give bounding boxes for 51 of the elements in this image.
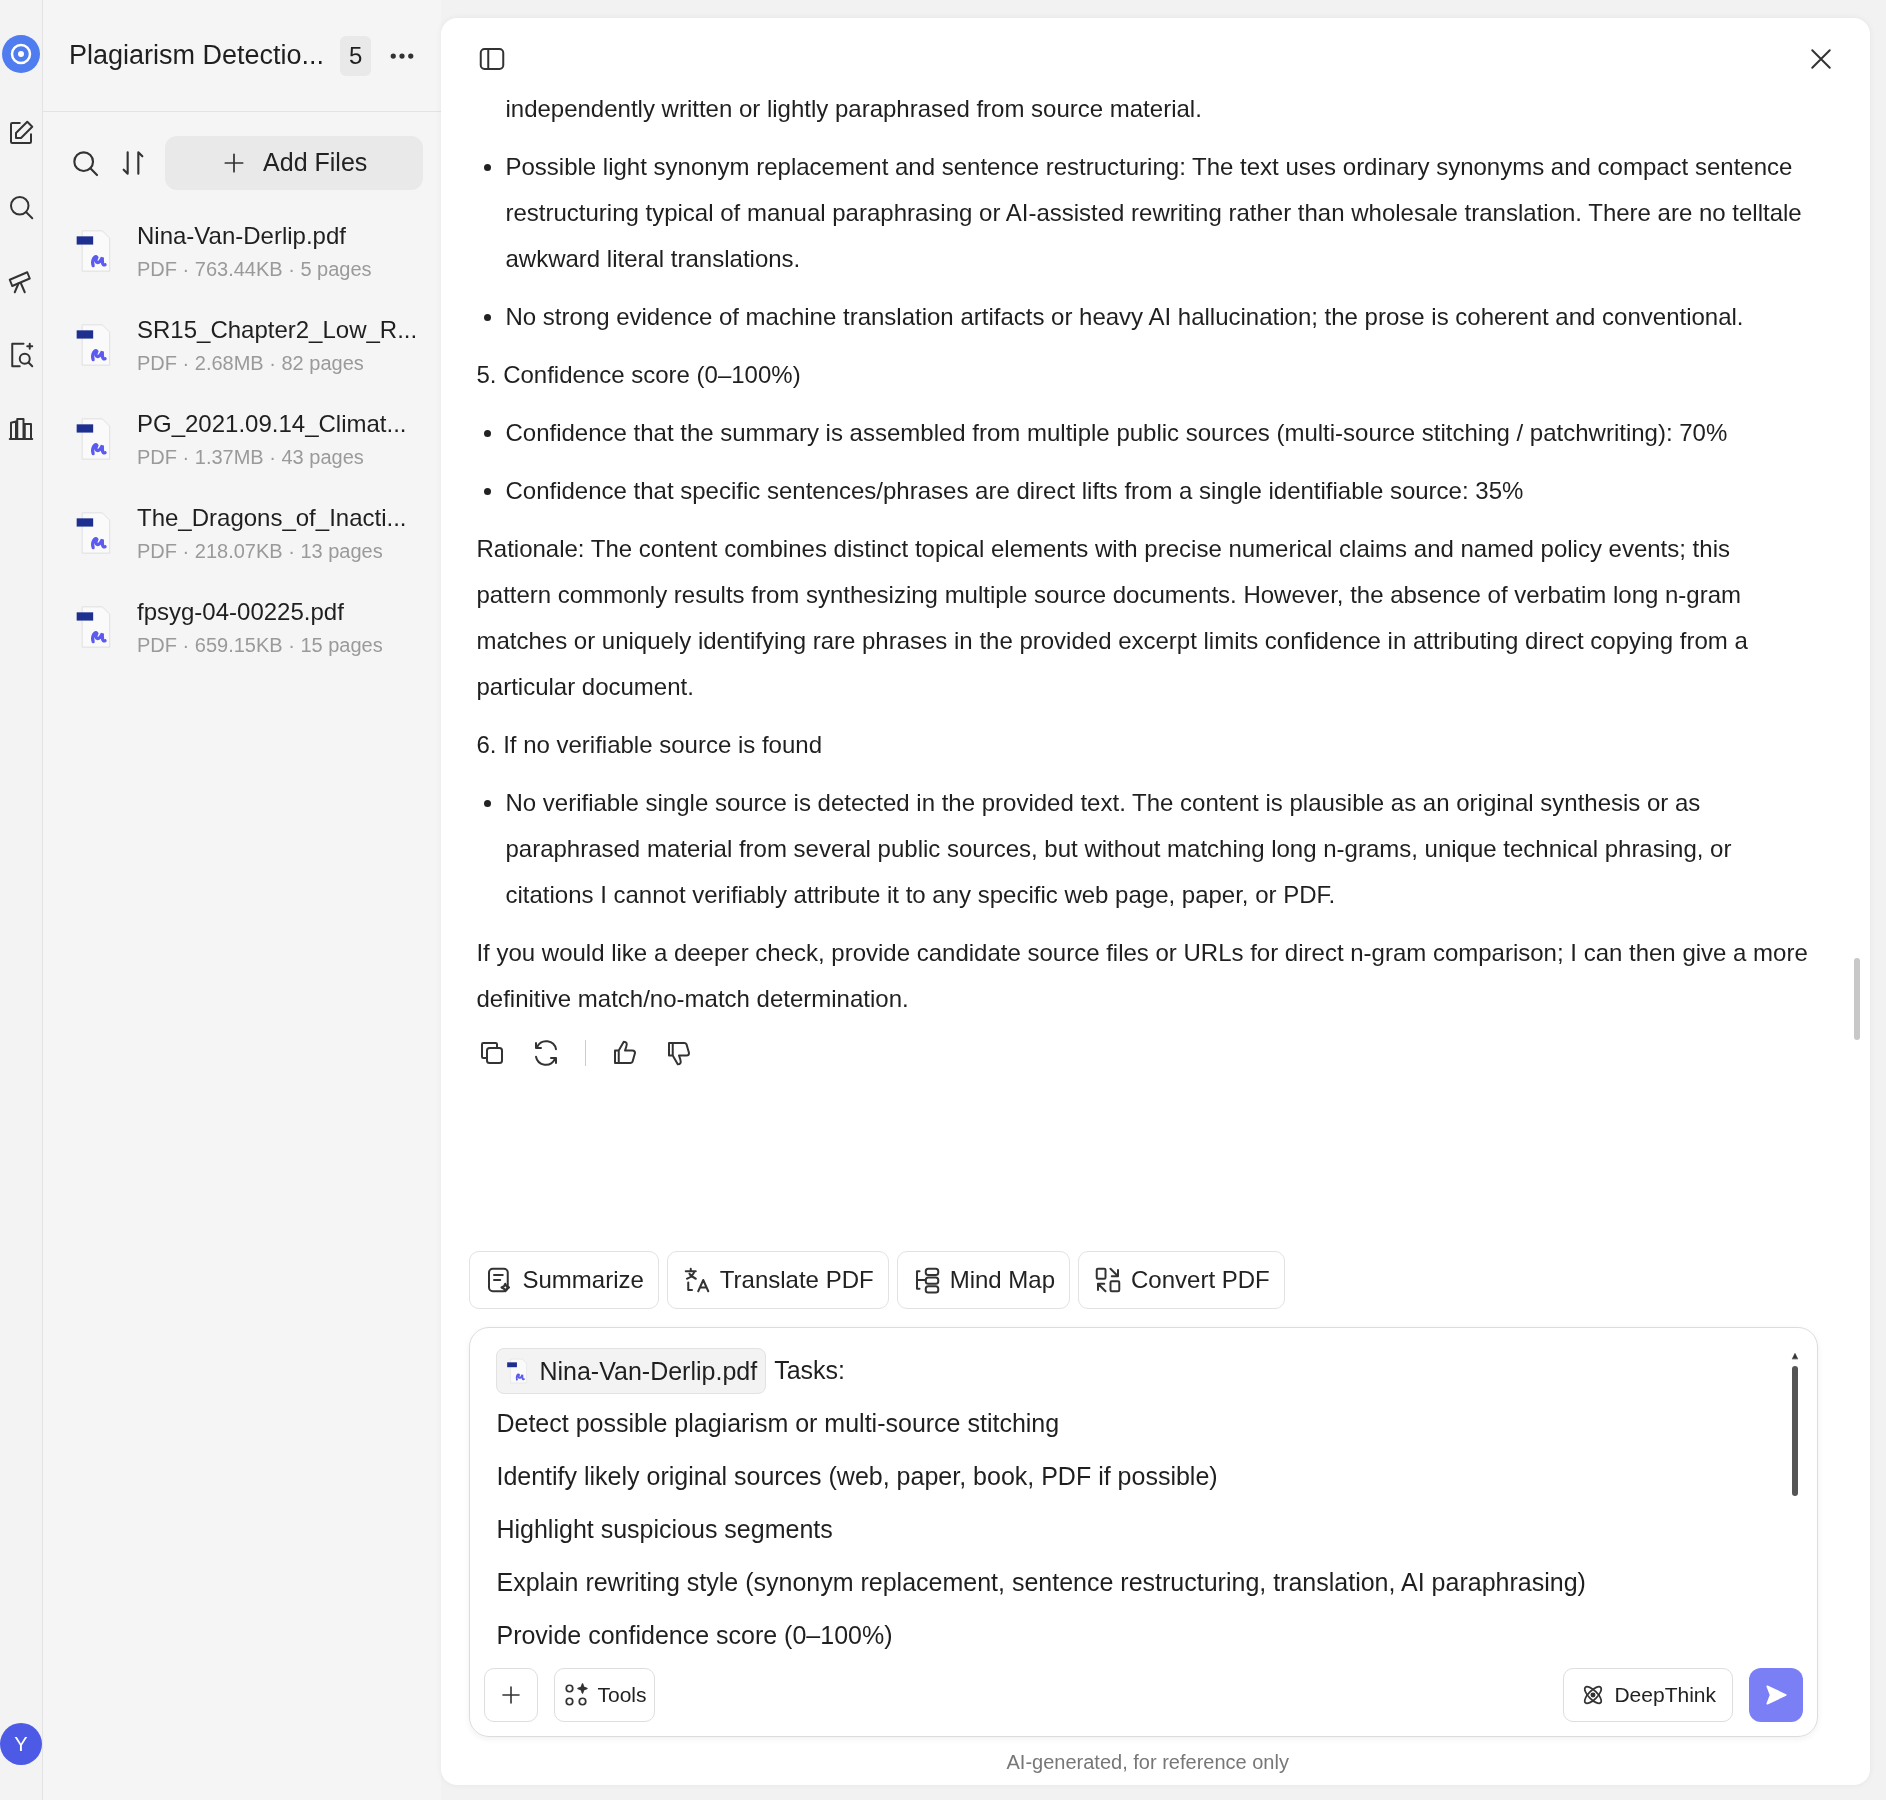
input-text: Detect possible plagiarism or multi-source stitching <box>496 1408 1061 1439</box>
panel-title: Plagiarism Detectio... <box>69 39 325 73</box>
bullet-icon <box>484 488 492 495</box>
scrollbar[interactable] <box>1854 958 1860 1040</box>
section-heading: 6. If no verifiable source is found <box>476 730 823 760</box>
list-item-text: Confidence that specific sentences/phrases are direct lifts from a single identifiable source: 35% <box>505 477 1524 504</box>
file-count: 5 <box>340 35 372 76</box>
attachment-chip[interactable]: Nina-Van-Derlip.pdf <box>496 1347 767 1394</box>
input-text: Provide confidence score (0–100%) <box>496 1620 894 1651</box>
bullet-icon <box>484 314 492 321</box>
scrollbar[interactable] <box>1792 1366 1798 1496</box>
add-button[interactable] <box>484 1668 539 1722</box>
quick-action-button[interactable]: Mind Map <box>896 1251 1070 1309</box>
tools-button[interactable]: Tools <box>554 1668 656 1722</box>
send-button[interactable] <box>1749 1668 1803 1722</box>
add-files-button[interactable]: Add Files <box>165 136 424 190</box>
file-meta: PDF · 2.68MB · 82 pages <box>137 351 365 376</box>
file-name[interactable]: SR15_Chapter2_Low_R... <box>137 312 418 348</box>
input-text: Identify likely original sources (web, paper, book, PDF if possible) <box>496 1461 1219 1492</box>
send-icon <box>1763 1682 1789 1708</box>
deepthink-button[interactable]: DeepThink <box>1563 1668 1733 1722</box>
tools-icon <box>563 1682 590 1708</box>
file-name[interactable]: fpsyg-04-00225.pdf <box>137 594 383 630</box>
bullet-icon <box>484 430 492 437</box>
list-item-text: independently written or lightly paraphrased from source material. <box>504 94 1203 124</box>
file-meta: PDF · 1.37MB · 43 pages <box>137 445 365 470</box>
quick-action-button[interactable]: Translate PDF <box>666 1251 889 1309</box>
list-item-text: No verifiable single source is detected in the provided text. The content is plausible as an original synthesis or as paraphrased material from several public sources, but without matching long n-grams, unique technical phrasing, or citations I cannot verifiably attribute it to any specific web page, paper, or PDF. <box>505 789 1732 908</box>
paragraph: Rationale: The content combines distinct topical elements with precise numerical claims and named policy events; this pattern commonly results from synthesizing multiple source documents. However, the absence of verbatim long n-gram matches or uniquely identifying rare phrases in the provided excerpt limits confidence in attributing direct copying from a particular document. <box>476 534 1749 702</box>
file-meta: PDF · 218.07KB · 13 pages <box>137 539 384 564</box>
paragraph: If you would like a deeper check, provide candidate source files or URLs for direct n-gram comparison; I can then give a more definitive match/no-match determination. <box>476 938 1809 1014</box>
input-text: Explain rewriting style (synonym replacement, sentence restructuring, translation, AI paraphrasing) <box>496 1567 1587 1598</box>
input-text: Tasks: <box>774 1355 845 1386</box>
section-heading: 5. Confidence score (0–100%) <box>476 360 802 390</box>
list-item-text: Possible light synonym replacement and sentence restructuring: The text uses ordinary synonyms and compact sentence restructuring typical of manual paraphrasing or AI-assisted rewriting rather than wholesale translation. There are no telltale awkward literal translations. <box>505 153 1802 272</box>
scroll-up-icon[interactable] <box>1789 1352 1801 1360</box>
list-item-text: No strong evidence of machine translation artifacts or heavy AI hallucination; the prose is coherent and conventional. <box>505 303 1744 330</box>
input-text: Highlight suspicious segments <box>496 1514 834 1545</box>
list-item-text: Confidence that the summary is assembled from multiple public sources (multi-source stitching / patchwriting): 70% <box>505 419 1728 446</box>
convert-icon <box>1093 1265 1123 1295</box>
file-meta: PDF · 763.44KB · 5 pages <box>137 257 372 282</box>
user-avatar[interactable]: Y <box>0 1723 42 1765</box>
bullet-icon <box>484 164 492 171</box>
file-meta: PDF · 659.15KB · 15 pages <box>137 633 383 658</box>
file-name[interactable]: Nina-Van-Derlip.pdf <box>137 218 372 254</box>
file-name[interactable]: The_Dragons_of_Inacti... <box>137 500 407 536</box>
quick-action-button[interactable]: Summarize <box>469 1251 659 1309</box>
file-name[interactable]: PG_2021.09.14_Climat... <box>137 406 407 442</box>
bullet-icon <box>484 800 492 807</box>
disclaimer-text: AI-generated, for reference only <box>1005 1750 1290 1775</box>
quick-action-button[interactable]: Convert PDF <box>1078 1251 1285 1309</box>
